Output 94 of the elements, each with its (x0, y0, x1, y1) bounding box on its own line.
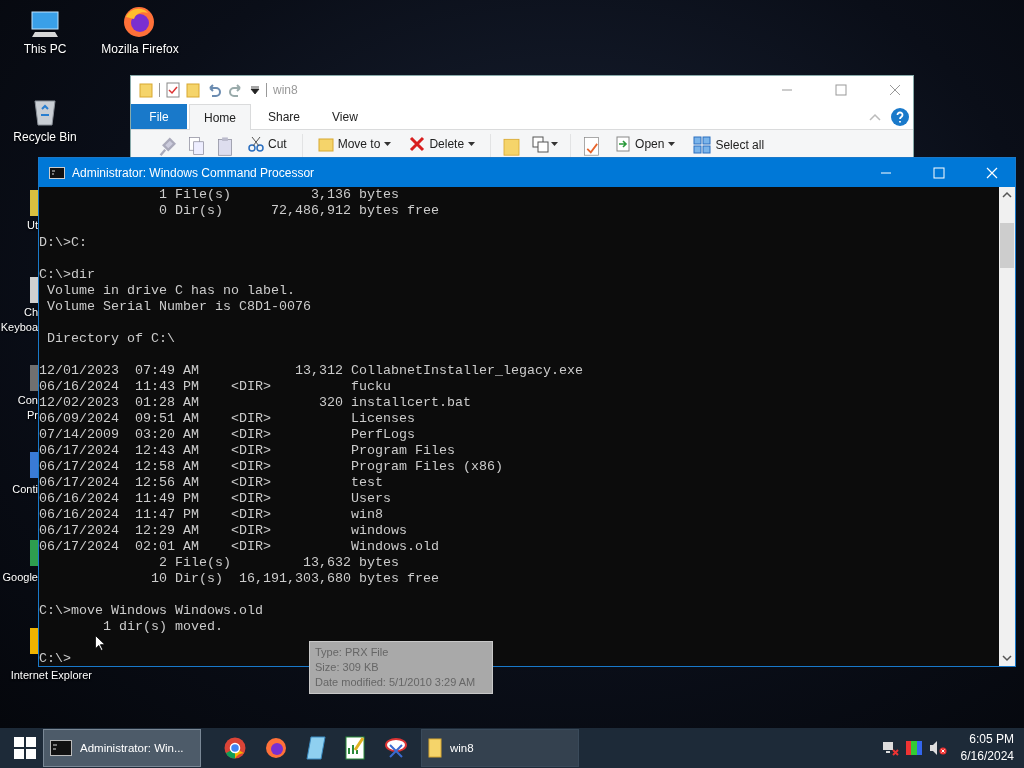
firefox-icon[interactable] (122, 5, 156, 39)
console-line: 06/09/2024 09:51 AM <DIR> Licenses (39, 411, 415, 426)
browser-icon[interactable] (224, 737, 246, 759)
windows-start-icon[interactable] (14, 737, 36, 759)
copy-icon[interactable] (188, 136, 205, 156)
properties-icon[interactable] (166, 82, 180, 98)
desktop-icon-label[interactable]: Keyboa (0, 320, 38, 335)
console-line: 06/17/2024 02:01 AM <DIR> Windows.old (39, 539, 439, 554)
caret-icon (468, 142, 476, 146)
desktop-icon-label[interactable]: Con (17, 393, 38, 408)
desktop-icon-label[interactable]: This PC (23, 42, 67, 57)
console-line: D:\>C: (39, 235, 87, 250)
scissors-icon[interactable] (384, 737, 408, 759)
speaker-muted-icon[interactable] (928, 740, 947, 756)
taskbar-button[interactable]: Administrator: Win... (43, 729, 201, 767)
ribbon-button[interactable]: Move to (314, 134, 395, 154)
console-line: 10 Dir(s) 16,191,303,680 bytes free (149, 571, 439, 586)
console-line: 12/02/2023 01:28 AM 320 installcert.bat (39, 395, 471, 410)
close-icon[interactable] (889, 84, 901, 96)
tooltip-line: Size: 309 KB (315, 660, 380, 675)
folder-icon[interactable] (503, 136, 521, 156)
redo-icon[interactable] (228, 82, 244, 98)
copy-path-icon[interactable] (532, 136, 559, 156)
console-line: 0 Dir(s) 72,486,912 bytes free (157, 203, 439, 218)
pin-icon[interactable] (159, 136, 176, 156)
console-line: 1 dir(s) moved. (102, 619, 223, 634)
help-icon[interactable] (891, 107, 909, 126)
caret-icon (384, 142, 392, 146)
desktop-icon-label[interactable]: Pr (27, 408, 38, 423)
console-line: 12/01/2023 07:49 AM 13,312 CollabnetInstaller_legacy.exe (39, 363, 583, 378)
maximize-icon[interactable] (835, 84, 847, 96)
scrollbar-thumb[interactable] (1000, 223, 1014, 268)
console-line: 06/17/2024 12:29 AM <DIR> windows (39, 523, 407, 538)
ribbon-button[interactable]: Select all (690, 134, 768, 156)
console-line: C:\> (39, 651, 71, 666)
cursor-icon (95, 635, 105, 651)
console-line: 06/16/2024 11:47 PM <DIR> win8 (39, 507, 383, 522)
desktop-icon-label[interactable]: Mozilla Firefox (101, 42, 179, 57)
console-line: 1 File(s) 3,136 bytes (157, 187, 399, 202)
console-line: C:\>dir (39, 267, 95, 282)
window-title: win8 (273, 83, 298, 97)
scissors-icon (248, 136, 264, 152)
console-icon (50, 740, 72, 756)
undo-icon[interactable] (206, 82, 222, 98)
desktop-icon-label[interactable]: Ch (23, 305, 38, 320)
display-icon[interactable] (904, 740, 923, 756)
paste-icon[interactable] (217, 136, 233, 156)
ribbon-button[interactable]: Open (612, 134, 679, 154)
console-line: Volume in drive C has no label. (46, 283, 295, 298)
ribbon-button[interactable]: Cut (245, 134, 290, 154)
firefox-icon[interactable] (265, 737, 287, 759)
ribbon-tab[interactable]: Home (189, 104, 251, 130)
collapse-ribbon-icon[interactable] (869, 112, 881, 121)
ribbon-tab[interactable]: Share (253, 104, 316, 129)
file-tab[interactable]: File (131, 104, 187, 129)
console-line: 06/17/2024 12:56 AM <DIR> test (39, 475, 383, 490)
folder-icon (428, 738, 442, 758)
clock-time[interactable]: 6:05 PM (969, 731, 1014, 748)
console-icon (49, 166, 65, 179)
dropdown-caret-icon[interactable] (250, 85, 260, 95)
notepad-icon[interactable] (306, 736, 326, 760)
console-line: 06/17/2024 12:58 AM <DIR> Program Files (x86) (39, 459, 503, 474)
tooltip-line: Date modified: 5/1/2010 3:29 AM (315, 675, 477, 690)
console-line: Directory of C:\ (46, 331, 175, 346)
window-title: Administrator: Windows Command Processor (72, 165, 315, 180)
console-line: 07/14/2009 03:20 AM <DIR> PerfLogs (39, 427, 415, 442)
desktop-icon-label[interactable]: Ut (27, 218, 38, 233)
desktop-icon-label[interactable]: Conti (12, 482, 38, 497)
chart-document-icon[interactable] (345, 736, 365, 760)
console-line: 2 File(s) 13,632 bytes (157, 555, 399, 570)
clock-date[interactable]: 6/16/2024 (960, 748, 1014, 765)
console-line: C:\>move Windows Windows.old (39, 603, 263, 618)
ribbon-button[interactable]: Delete (406, 134, 479, 154)
console-line: 06/16/2024 11:49 PM <DIR> Users (39, 491, 391, 506)
console-line: 06/16/2024 11:43 PM <DIR> fucku (39, 379, 391, 394)
ribbon-tab[interactable]: View (317, 104, 373, 129)
open-icon (615, 136, 632, 152)
tooltip-line: Type: PRX File (315, 645, 390, 660)
caret-icon (668, 142, 676, 146)
folder-icon (317, 136, 334, 152)
folder-icon[interactable] (139, 82, 153, 98)
desktop-icon-label[interactable]: Internet Explorer (10, 668, 92, 683)
taskbar-button[interactable]: win8 (421, 729, 579, 767)
console-line: Volume Serial Number is C8D1-0076 (46, 299, 311, 314)
desktop-icon-label[interactable]: Google (2, 570, 38, 585)
properties-icon[interactable] (583, 136, 601, 156)
desktop-icon-label[interactable]: Recycle Bin (13, 130, 77, 145)
scrollbar[interactable] (999, 187, 1015, 666)
computer-icon[interactable] (29, 8, 61, 40)
network-icon[interactable] (880, 740, 899, 756)
delete-icon (409, 136, 426, 152)
console-line: 06/17/2024 12:43 AM <DIR> Program Files (39, 443, 455, 458)
select-all-icon (693, 136, 712, 154)
folder-icon[interactable] (186, 82, 200, 98)
